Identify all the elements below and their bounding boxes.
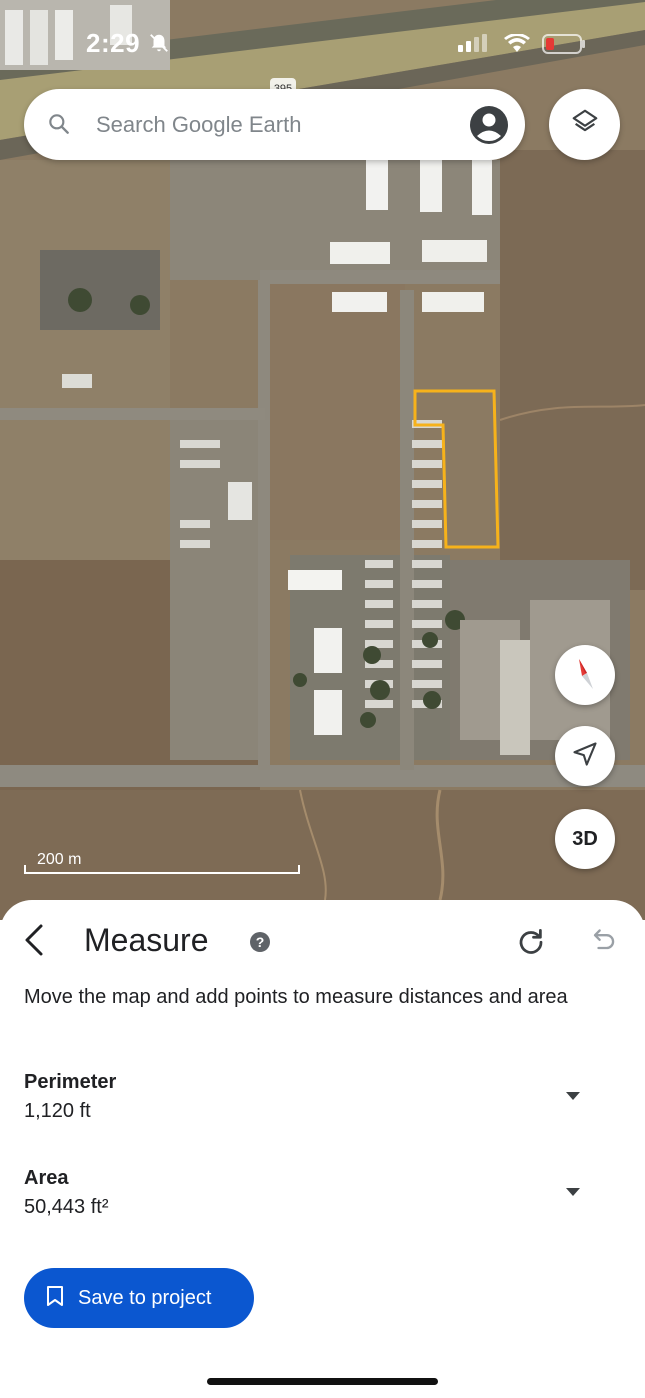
search-icon[interactable] bbox=[46, 111, 72, 142]
satellite-map[interactable]: 395 2:29 bbox=[0, 0, 645, 920]
compass-icon bbox=[565, 653, 605, 698]
help-icon[interactable]: ? bbox=[249, 931, 271, 958]
scale-line bbox=[24, 865, 300, 874]
area-value: 50,443 ft² bbox=[24, 1196, 109, 1218]
back-arrow-icon bbox=[22, 923, 46, 962]
svg-text:?: ? bbox=[256, 934, 265, 950]
dropdown-arrow-icon bbox=[566, 1092, 580, 1100]
save-button-label: Save to project bbox=[78, 1286, 212, 1309]
account-icon[interactable] bbox=[469, 105, 509, 150]
3d-label: 3D bbox=[572, 827, 598, 850]
redo-icon bbox=[519, 929, 543, 954]
battery-icon bbox=[542, 34, 586, 59]
3d-toggle-button[interactable]: 3D bbox=[555, 809, 615, 869]
compass-button[interactable] bbox=[555, 645, 615, 705]
navigation-arrow-icon bbox=[571, 740, 599, 773]
search-bar[interactable] bbox=[24, 89, 525, 160]
layers-icon bbox=[570, 107, 600, 142]
perimeter-value: 1,120 ft bbox=[24, 1100, 91, 1122]
layers-button[interactable] bbox=[549, 89, 620, 160]
status-bar: 2:29 bbox=[0, 0, 645, 80]
dropdown-arrow-icon bbox=[566, 1188, 580, 1196]
page-title: Measure bbox=[84, 922, 209, 958]
redo-button[interactable] bbox=[516, 926, 546, 961]
my-location-button[interactable] bbox=[555, 726, 615, 786]
bookmark-icon bbox=[46, 1285, 64, 1312]
undo-icon bbox=[593, 929, 615, 950]
map-scale-bar: 200 m bbox=[24, 848, 300, 874]
save-to-project-button[interactable]: Save to project bbox=[24, 1268, 254, 1328]
area-unit-dropdown[interactable] bbox=[564, 1185, 582, 1203]
back-button[interactable] bbox=[14, 920, 54, 964]
measure-instructions: Move the map and add points to measure d… bbox=[24, 986, 568, 1008]
search-input[interactable] bbox=[96, 89, 456, 160]
bell-off-icon bbox=[148, 32, 170, 59]
status-time: 2:29 bbox=[86, 28, 141, 58]
measure-panel: Measure ? Move the map and add points to… bbox=[0, 900, 645, 1398]
cellular-signal-icon bbox=[458, 34, 492, 57]
perimeter-label: Perimeter bbox=[24, 1071, 117, 1093]
area-label: Area bbox=[24, 1167, 69, 1189]
home-indicator[interactable] bbox=[207, 1378, 438, 1385]
wifi-icon bbox=[504, 33, 530, 57]
undo-button[interactable] bbox=[588, 928, 616, 959]
perimeter-unit-dropdown[interactable] bbox=[564, 1089, 582, 1107]
